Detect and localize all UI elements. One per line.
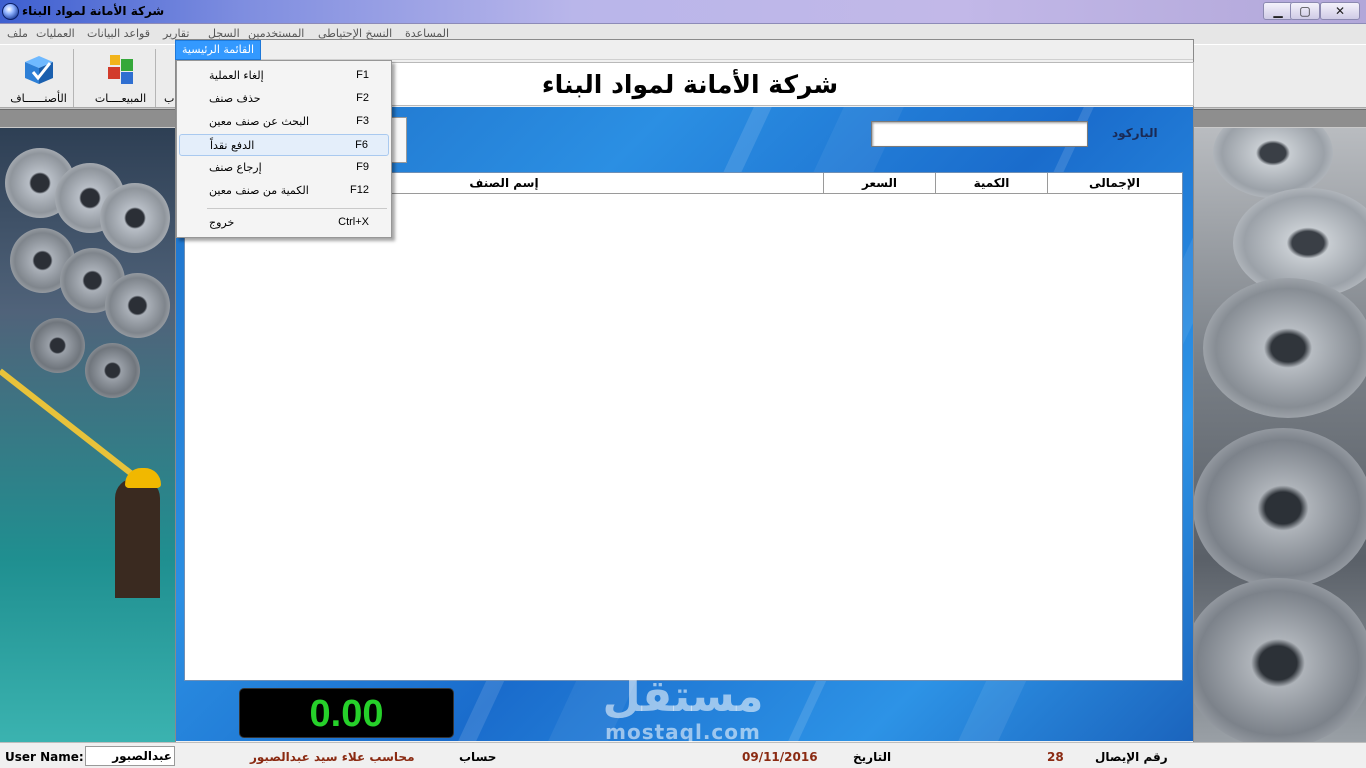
barcode-label: الباركود <box>1112 126 1158 140</box>
barcode-input[interactable] <box>871 121 1088 147</box>
main-menu-header[interactable]: القائمة الرئيسية <box>175 40 261 60</box>
menu-item-label: إلغاء العملية <box>209 69 264 82</box>
sales-icon <box>107 55 133 84</box>
background-photo-left <box>0 128 176 743</box>
watermark-latin: mostaql.com <box>605 720 761 744</box>
sales-button-label: المبيعــــات <box>94 92 147 105</box>
menu-item-search-item[interactable]: البحث عن صنف معين F3 <box>179 111 389 133</box>
menu-item-item-quantity[interactable]: الكمية من صنف معين F12 <box>179 180 389 202</box>
main-menu-dropdown: إلغاء العملية F1 حذف صنف F2 البحث عن صنف… <box>176 60 392 238</box>
column-quantity[interactable]: الكمية <box>935 173 1047 193</box>
menu-item-label: الكمية من صنف معين <box>209 184 309 197</box>
menu-item-shortcut: F1 <box>356 69 369 81</box>
watermark-arabic: مستقل <box>602 671 764 722</box>
menu-item-cancel-operation[interactable]: إلغاء العملية F1 <box>179 65 389 87</box>
date-label: التاريخ <box>853 750 892 764</box>
menu-operations[interactable]: العمليات <box>36 27 75 40</box>
menu-item-shortcut: F3 <box>356 115 369 127</box>
window-title: شركة الأمانة لمواد البناء <box>22 4 165 18</box>
user-name-label: User Name: <box>5 750 84 764</box>
sales-window-menubar <box>176 40 1193 60</box>
menu-item-shortcut: F2 <box>356 92 369 104</box>
maximize-button[interactable]: ▢ <box>1290 2 1320 20</box>
menu-item-return-item[interactable]: إرجاع صنف F9 <box>179 157 389 179</box>
hidden-toolbar-button[interactable]: ب <box>158 49 176 107</box>
menu-item-shortcut: F6 <box>355 139 368 151</box>
minimize-button[interactable]: ▁ <box>1263 2 1293 20</box>
title-bar: شركة الأمانة لمواد البناء ▁ ▢ ✕ <box>0 0 1366 24</box>
menu-item-pay-cash[interactable]: الدفع نقداً F6 <box>179 134 389 156</box>
menu-databases[interactable]: قواعد البيانات <box>87 27 150 40</box>
account-label: حساب <box>459 750 497 764</box>
menu-item-shortcut: Ctrl+X <box>338 216 369 228</box>
column-price[interactable]: السعر <box>823 173 935 193</box>
menu-separator <box>207 208 387 209</box>
watermark-logo: مستقل mostaql.com <box>598 671 768 744</box>
items-button[interactable]: الأصنــــــاف <box>4 49 74 107</box>
menu-item-label: خروج <box>209 216 235 229</box>
date-value: 09/11/2016 <box>742 750 818 764</box>
receipt-number-value: 28 <box>1047 750 1064 764</box>
close-button[interactable]: ✕ <box>1320 2 1360 20</box>
total-amount-display: 0.00 <box>239 688 454 738</box>
menu-item-exit[interactable]: خروج Ctrl+X <box>179 212 389 234</box>
menu-item-label: حذف صنف <box>209 92 261 105</box>
hidden-toolbar-button-label: ب <box>164 92 175 105</box>
menu-item-shortcut: F9 <box>356 161 369 173</box>
items-button-label: الأصنــــــاف <box>10 92 67 105</box>
column-total[interactable]: الإجمالى <box>1047 173 1181 193</box>
background-photo-right <box>1193 128 1366 743</box>
user-name-field: عبدالصبور <box>85 746 175 766</box>
menu-item-shortcut: F12 <box>350 184 369 196</box>
status-bar: User Name: محاسب علاء سيد عبدالصبور حساب… <box>0 742 1366 768</box>
menu-item-label: الدفع نقداً <box>210 139 255 152</box>
menu-file[interactable]: ملف <box>7 27 28 40</box>
items-icon <box>24 56 53 84</box>
menu-item-label: إرجاع صنف <box>209 161 262 174</box>
sales-button[interactable]: المبيعــــات <box>86 49 156 107</box>
menu-item-delete-item[interactable]: حذف صنف F2 <box>179 88 389 110</box>
accountant-name: محاسب علاء سيد عبدالصبور <box>250 750 415 764</box>
items-grid[interactable]: الإجمالى الكمية السعر إسم الصنف <box>184 172 1183 681</box>
app-icon[interactable] <box>2 3 19 20</box>
receipt-number-label: رقم الإيصال <box>1095 750 1168 764</box>
menu-item-label: البحث عن صنف معين <box>209 115 309 128</box>
